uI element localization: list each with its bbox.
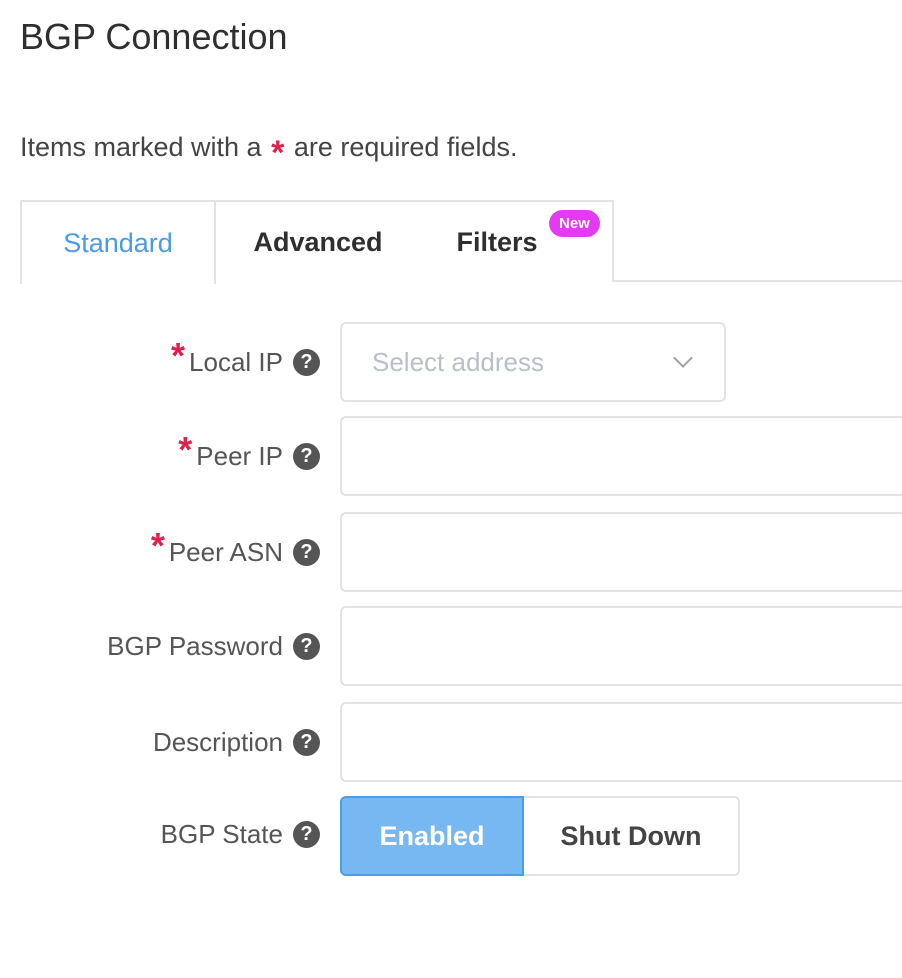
local-ip-select[interactable]: Select address bbox=[340, 322, 726, 402]
question-circle-icon[interactable]: ? bbox=[293, 728, 320, 756]
bgp-password-input[interactable] bbox=[340, 606, 902, 686]
question-circle-icon[interactable]: ? bbox=[293, 820, 320, 848]
description-label: Description bbox=[152, 726, 283, 757]
bgp-state-toggle: Enabled Shut Down bbox=[340, 796, 740, 876]
bgp-connection-page: BGP Connection Items marked with a * are… bbox=[0, 0, 902, 978]
required-asterisk-icon: * bbox=[271, 134, 285, 172]
tab-filters[interactable]: Filters New bbox=[422, 200, 614, 282]
tab-standard[interactable]: Standard bbox=[20, 200, 216, 284]
bgp-password-row: BGP Password ? bbox=[0, 606, 902, 686]
peer-ip-label: Peer IP bbox=[196, 440, 283, 471]
bgp-state-row: BGP State ? Enabled Shut Down bbox=[0, 796, 902, 876]
required-note-text-end: are required fields. bbox=[293, 132, 518, 162]
bgp-state-label: BGP State bbox=[160, 818, 283, 849]
required-note-text: Items marked with a bbox=[20, 132, 262, 162]
description-label-group: Description ? bbox=[153, 702, 320, 782]
tab-filters-label: Filters bbox=[456, 226, 538, 257]
peer-asn-label: Peer ASN bbox=[168, 536, 283, 567]
page-title: BGP Connection bbox=[20, 16, 288, 57]
peer-ip-input[interactable] bbox=[340, 416, 902, 496]
local-ip-row: * Local IP ? Select address bbox=[0, 322, 902, 402]
peer-asn-row: * Peer ASN ? bbox=[0, 512, 902, 592]
peer-ip-row: * Peer IP ? bbox=[0, 416, 902, 496]
required-asterisk-icon: * bbox=[171, 335, 186, 376]
peer-asn-label-group: * Peer ASN ? bbox=[151, 512, 320, 592]
tab-advanced[interactable]: Advanced bbox=[214, 200, 424, 282]
description-row: Description ? bbox=[0, 702, 902, 782]
question-circle-icon[interactable]: ? bbox=[293, 538, 320, 566]
question-circle-icon[interactable]: ? bbox=[293, 442, 320, 470]
enabled-button[interactable]: Enabled bbox=[340, 796, 524, 876]
local-ip-label-group: * Local IP ? bbox=[171, 322, 320, 402]
tab-standard-label: Standard bbox=[63, 227, 173, 258]
required-fields-note: Items marked with a * are required field… bbox=[20, 132, 517, 173]
required-asterisk-icon: * bbox=[178, 429, 193, 470]
description-input[interactable] bbox=[340, 702, 902, 782]
shut-down-button[interactable]: Shut Down bbox=[524, 796, 740, 876]
chevron-down-icon bbox=[673, 348, 693, 368]
peer-ip-label-group: * Peer IP ? bbox=[178, 416, 320, 496]
bgp-password-label-group: BGP Password ? bbox=[107, 606, 320, 686]
question-circle-icon[interactable]: ? bbox=[293, 348, 320, 376]
tab-advanced-label: Advanced bbox=[253, 226, 383, 257]
bgp-password-label: BGP Password bbox=[107, 630, 283, 661]
question-circle-icon[interactable]: ? bbox=[293, 632, 320, 660]
new-badge: New bbox=[549, 210, 600, 237]
local-ip-label: Local IP bbox=[189, 346, 283, 377]
local-ip-placeholder: Select address bbox=[372, 346, 544, 377]
peer-asn-input[interactable] bbox=[340, 512, 902, 592]
required-asterisk-icon: * bbox=[150, 525, 165, 566]
bgp-state-label-group: BGP State ? bbox=[161, 794, 320, 874]
